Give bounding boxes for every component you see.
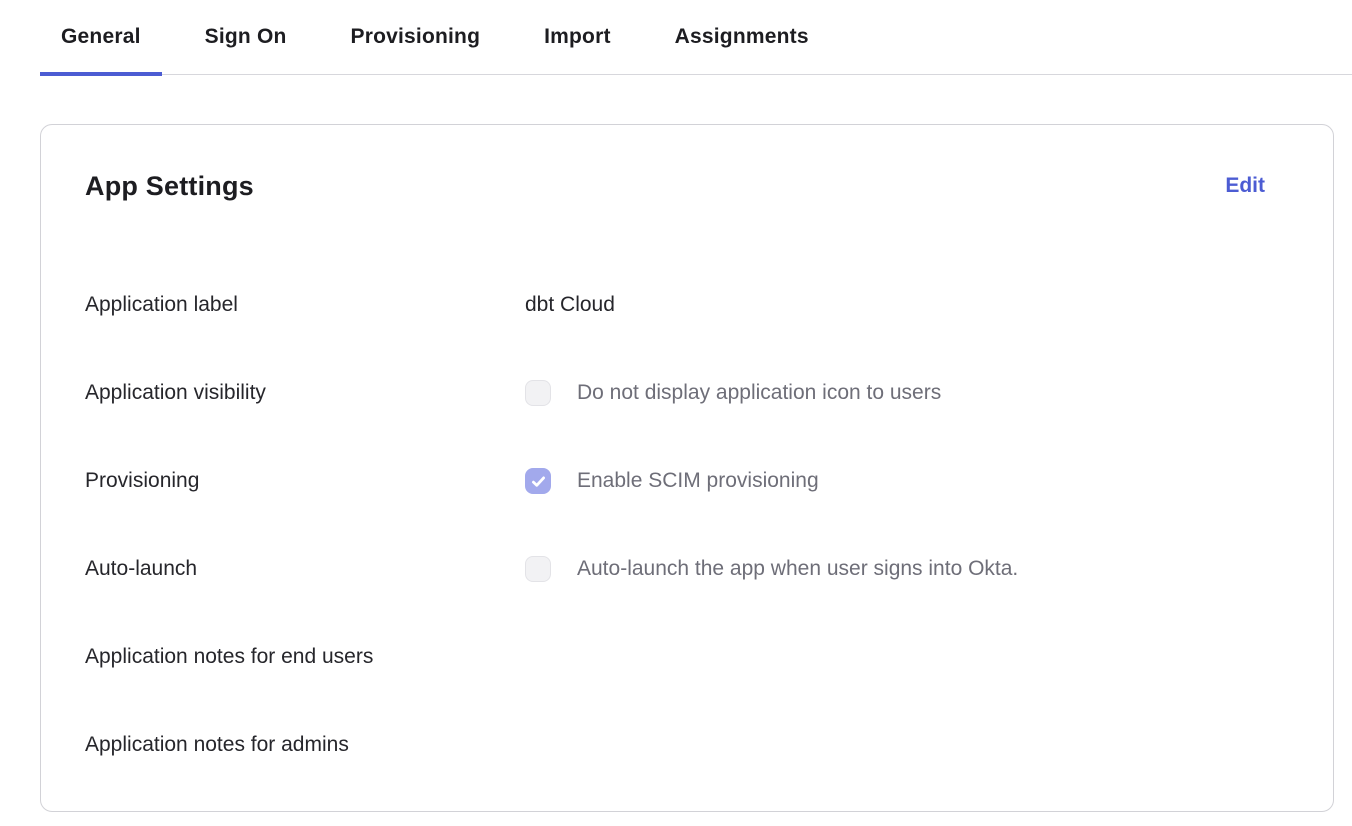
row-application-visibility: Application visibility Do not display ap…: [85, 349, 1289, 437]
row-value: Do not display application icon to users: [525, 380, 941, 406]
card-title: App Settings: [85, 167, 254, 205]
row-label: Provisioning: [85, 469, 525, 493]
application-visibility-checkbox[interactable]: [525, 380, 551, 406]
auto-launch-checkbox[interactable]: [525, 556, 551, 582]
settings-rows: Application label dbt Cloud Application …: [85, 261, 1289, 789]
check-icon: [530, 473, 547, 490]
tab-label: Import: [544, 25, 611, 49]
row-value: Enable SCIM provisioning: [525, 468, 819, 494]
row-label: Auto-launch: [85, 557, 525, 581]
tab-label: Sign On: [205, 25, 287, 49]
row-value: Auto-launch the app when user signs into…: [525, 556, 1018, 582]
tab-assignments[interactable]: Assignments: [654, 0, 830, 74]
app-settings-card: App Settings Edit Application label dbt …: [40, 124, 1334, 812]
tab-sign-on[interactable]: Sign On: [184, 0, 308, 74]
auto-launch-checkbox-label: Auto-launch the app when user signs into…: [577, 557, 1018, 581]
tab-label: Provisioning: [351, 25, 481, 49]
row-provisioning: Provisioning Enable SCIM provisioning: [85, 437, 1289, 525]
tab-bar: General Sign On Provisioning Import Assi…: [40, 0, 1352, 75]
row-label: Application notes for end users: [85, 645, 525, 669]
row-application-label: Application label dbt Cloud: [85, 261, 1289, 349]
card-header: App Settings Edit: [85, 167, 1289, 205]
row-application-notes-for-end-users: Application notes for end users: [85, 613, 1289, 701]
row-label: Application notes for admins: [85, 733, 525, 757]
row-application-notes-for-admins: Application notes for admins: [85, 701, 1289, 789]
row-label: Application visibility: [85, 381, 525, 405]
tab-label: General: [61, 25, 141, 49]
tab-import[interactable]: Import: [523, 0, 632, 74]
row-value: dbt Cloud: [525, 293, 615, 317]
edit-button[interactable]: Edit: [1225, 174, 1265, 198]
application-label-value: dbt Cloud: [525, 293, 615, 317]
row-label: Application label: [85, 293, 525, 317]
application-visibility-checkbox-label: Do not display application icon to users: [577, 381, 941, 405]
tab-general[interactable]: General: [40, 0, 162, 74]
tab-provisioning[interactable]: Provisioning: [330, 0, 502, 74]
tab-label: Assignments: [675, 25, 809, 49]
row-auto-launch: Auto-launch Auto-launch the app when use…: [85, 525, 1289, 613]
provisioning-checkbox[interactable]: [525, 468, 551, 494]
provisioning-checkbox-label: Enable SCIM provisioning: [577, 469, 819, 493]
